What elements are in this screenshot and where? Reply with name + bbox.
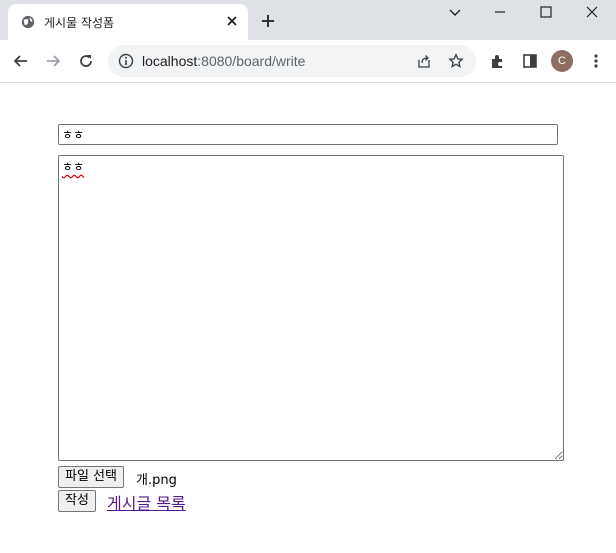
forward-arrow-icon[interactable] <box>44 52 62 70</box>
file-select-button[interactable]: 파일 선택 <box>58 466 124 488</box>
minimize-icon[interactable] <box>492 4 508 20</box>
post-list-link[interactable]: 게시글 목록 <box>107 490 186 514</box>
selected-file-name: 개.png <box>136 473 177 488</box>
kebab-menu-icon[interactable] <box>587 52 605 70</box>
title-input[interactable] <box>58 124 558 145</box>
url-path: :8080/board/write <box>197 53 306 69</box>
extensions-puzzle-icon[interactable] <box>489 52 507 70</box>
new-tab-icon[interactable] <box>260 13 276 29</box>
close-icon[interactable] <box>224 13 240 29</box>
star-icon[interactable] <box>448 53 464 69</box>
browser-toolbar: localhost:8080/board/write C <box>0 40 616 83</box>
back-arrow-icon[interactable] <box>12 52 30 70</box>
profile-avatar[interactable]: C <box>551 50 573 72</box>
side-panel-icon[interactable] <box>521 52 539 70</box>
tab-active[interactable]: 게시물 작성폼 <box>8 4 248 40</box>
globe-icon <box>21 15 35 29</box>
content-textarea[interactable]: ㅎㅎ <box>58 155 564 461</box>
info-icon[interactable] <box>118 53 134 69</box>
tab-strip: 게시물 작성폼 <box>0 0 616 40</box>
tab-title: 게시물 작성폼 <box>44 16 115 30</box>
tab-search-chevron-icon[interactable] <box>447 4 463 20</box>
url-text[interactable]: localhost:8080/board/write <box>142 53 305 69</box>
submit-button[interactable]: 작성 <box>58 490 96 512</box>
window-close-icon[interactable] <box>584 4 600 20</box>
maximize-icon[interactable] <box>538 4 554 20</box>
share-icon[interactable] <box>416 53 432 69</box>
address-bar[interactable]: localhost:8080/board/write <box>108 45 476 77</box>
reload-icon[interactable] <box>77 52 95 70</box>
url-host: localhost <box>142 53 198 69</box>
